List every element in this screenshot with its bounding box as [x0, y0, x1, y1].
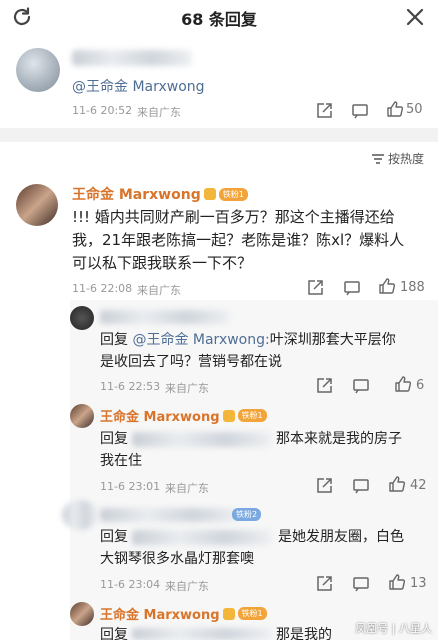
like-count: 42 — [410, 478, 427, 493]
blurred-username — [100, 310, 230, 324]
reply-line: 那本来就是我的房子 — [276, 431, 402, 447]
mention-link[interactable]: @王命金 Marxwong — [72, 76, 205, 96]
crown-icon — [203, 188, 216, 200]
fan-badge: 铁粉1 — [218, 187, 248, 201]
comment-text-line: 我，21年跟老陈搞一起？老陈是谁？陈xl？爆料人 — [72, 231, 405, 249]
comment-username[interactable]: 王命金 Marxwong 铁粉1 — [72, 184, 248, 204]
like-icon[interactable] — [378, 277, 396, 295]
reply-line: 叶深圳那套大平层你 — [269, 332, 396, 348]
top-bar: 68 条回复 — [0, 0, 438, 36]
avatar[interactable] — [16, 48, 60, 92]
post-time: 11-6 20:52 — [72, 104, 133, 117]
like-icon[interactable] — [388, 573, 406, 591]
reply-username[interactable]: 王命金 Marxwong 铁粉1 — [100, 406, 267, 425]
reply-line: 是她发朋友圈，白色 — [278, 529, 404, 545]
comment-text-line: !!! 婚内共同财产刷一百多万？那这个主播得还给 — [72, 208, 395, 226]
username-text: 王命金 Marxwong — [72, 187, 201, 203]
crown-icon — [222, 409, 235, 422]
avatar[interactable] — [16, 184, 58, 226]
comment-text-line: 可以私下跟我联系一下不？ — [72, 254, 253, 272]
section-divider — [0, 128, 438, 142]
reply-line: 我在住 — [100, 453, 142, 469]
post-location: 来自广东 — [137, 106, 181, 119]
username-text: 王命金 Marxwong — [100, 608, 220, 623]
blurred-mention — [132, 530, 272, 545]
share-icon[interactable] — [315, 477, 333, 495]
fan-badge: 铁粉2 — [232, 508, 262, 521]
watermark: 凤凰号 | 八星人 — [355, 622, 432, 635]
avatar[interactable] — [70, 306, 94, 330]
crown-icon — [222, 607, 235, 620]
close-icon[interactable] — [404, 6, 426, 28]
comment-icon[interactable] — [352, 575, 370, 593]
avatar[interactable] — [70, 602, 94, 626]
fan-badge: 铁粉1 — [237, 607, 267, 620]
reply-line: 大钢琴很多水晶灯那套噢 — [100, 551, 254, 567]
blurred-username — [72, 50, 192, 66]
reply-line: 是收回去了吗？营销号都在说 — [100, 354, 282, 370]
username-text: 王命金 Marxwong — [100, 410, 220, 425]
reply-prefix: 回复 — [100, 627, 128, 640]
mention-link[interactable]: @王命金 Marxwong: — [132, 332, 269, 348]
comment-icon[interactable] — [351, 102, 369, 120]
like-count: 188 — [400, 280, 425, 295]
reply-prefix: 回复 — [100, 529, 128, 545]
blurred-mention — [132, 628, 272, 640]
like-icon[interactable] — [386, 100, 404, 118]
comment-time: 11-6 22:08 — [72, 282, 133, 295]
sort-label: 按热度 — [387, 152, 424, 166]
comment-icon[interactable] — [352, 477, 370, 495]
reply-prefix: 回复 — [100, 431, 128, 447]
share-icon[interactable] — [315, 575, 333, 593]
reply-time: 11-6 23:01 — [100, 480, 161, 493]
like-icon[interactable] — [388, 475, 406, 493]
original-post: @王命金 Marxwong 11-6 20:52 来自广东 50 — [0, 36, 438, 126]
reply-location: 来自广东 — [165, 482, 209, 495]
reply-text: 回复 @王命金 Marxwong:叶深圳那套大平层你 — [100, 329, 396, 351]
like-count: 6 — [416, 378, 425, 393]
reply-location: 来自广东 — [165, 382, 209, 395]
share-icon[interactable] — [315, 377, 333, 395]
comment-location: 来自广东 — [137, 284, 181, 297]
share-icon[interactable] — [306, 279, 324, 297]
comment-icon[interactable] — [352, 377, 370, 395]
reply-text: 回复 — [100, 526, 128, 548]
blurred-username — [100, 508, 240, 522]
page-title: 68 条回复 — [181, 10, 257, 29]
share-icon[interactable] — [315, 102, 333, 120]
comment-icon[interactable] — [343, 279, 361, 297]
sort-toggle[interactable]: 按热度 — [371, 150, 424, 167]
reply-text: 回复 — [100, 624, 128, 640]
reply-text: 回复 — [100, 428, 128, 450]
fan-badge: 铁粉1 — [237, 409, 267, 422]
reply-time: 11-6 23:04 — [100, 578, 161, 591]
like-icon[interactable] — [394, 375, 412, 393]
reply-time: 11-6 22:53 — [100, 380, 161, 393]
like-count: 13 — [410, 576, 427, 591]
reply-prefix: 回复 — [100, 332, 128, 348]
blurred-mention — [132, 432, 272, 447]
like-count: 50 — [406, 102, 423, 117]
reply-location: 来自广东 — [165, 580, 209, 593]
reply-line: 那是我的 — [276, 627, 332, 640]
avatar[interactable] — [70, 404, 94, 428]
reply-username[interactable]: 王命金 Marxwong 铁粉1 — [100, 604, 267, 623]
blurred-avatar — [62, 500, 98, 530]
sort-icon — [371, 153, 384, 164]
